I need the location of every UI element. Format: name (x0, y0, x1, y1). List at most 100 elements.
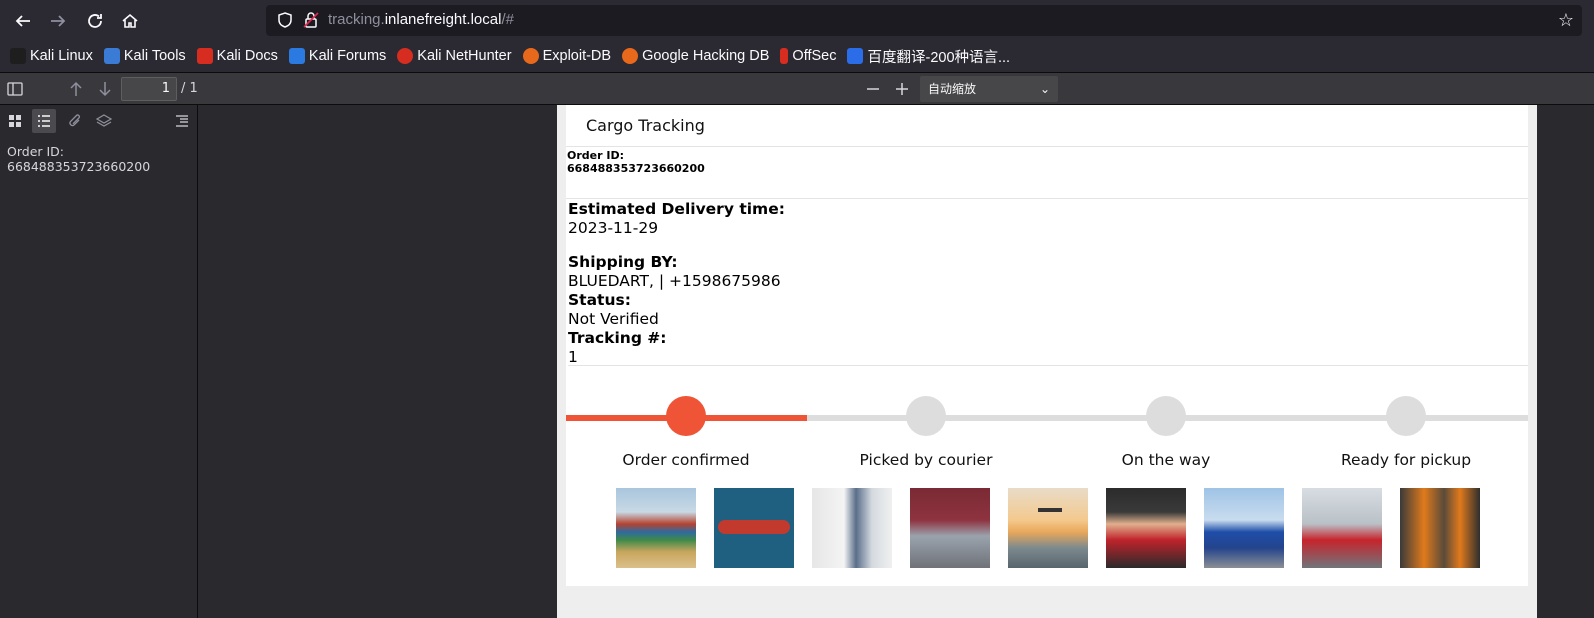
url-subdomain: tracking. (328, 11, 385, 28)
kali-tools-icon (103, 48, 120, 64)
previous-page-icon[interactable] (66, 79, 86, 99)
airplane-image (1008, 488, 1088, 568)
step-picked-by-courier: Picked by courier (806, 396, 1046, 469)
pdf-sidebar: Order ID: 668488353723660200 (0, 105, 198, 618)
shipping-label: Shipping BY: (568, 253, 678, 271)
offsec-icon (780, 48, 789, 64)
forward-arrow-icon[interactable] (45, 8, 71, 34)
card-header: Cargo Tracking (566, 105, 1528, 147)
page-number-input[interactable]: 1 (121, 77, 177, 101)
pdf-toolbar: 1 / 1 自动缩放 ⌄ (0, 72, 1594, 105)
zoom-value: 自动缩放 (928, 82, 977, 96)
status-label: Status: (568, 291, 631, 309)
step-ready-for-pickup: Ready for pickup (1286, 396, 1526, 469)
back-arrow-icon[interactable] (10, 8, 36, 34)
cargo-ship-image (714, 488, 794, 568)
kali-dragon-icon (10, 48, 26, 64)
zoom-out-icon[interactable] (863, 79, 883, 99)
delivery-label: Estimated Delivery time: (568, 200, 785, 218)
airplane-shape (1038, 508, 1062, 512)
order-id-value: 668488353723660200 (567, 162, 705, 175)
order-block: Order ID: 668488353723660200 (566, 147, 1528, 199)
zoom-select[interactable]: 自动缩放 ⌄ (920, 76, 1058, 102)
url-domain: inlanefreight.local (384, 11, 502, 28)
kali-docs-icon (196, 48, 213, 64)
bookmark-kali-nethunter[interactable]: Kali NetHunter (397, 48, 512, 64)
bookmark-label: Kali Linux (30, 48, 93, 64)
next-page-icon[interactable] (95, 79, 115, 99)
current-outline-item-icon[interactable] (170, 109, 194, 133)
step-label: On the way (1121, 451, 1211, 469)
bookmark-label: Google Hacking DB (642, 48, 770, 64)
baidu-translate-icon (847, 48, 864, 64)
bookmark-kali-docs[interactable]: Kali Docs (196, 48, 278, 64)
bookmark-baidu-translate[interactable]: 百度翻译-200种语言... (847, 46, 1010, 67)
url-text[interactable]: tracking.inlanefreight.local/# (328, 11, 514, 28)
bookmark-kali-forums[interactable]: Kali Forums (288, 48, 387, 64)
kali-forums-icon (288, 48, 305, 64)
containers-image (616, 488, 696, 568)
thumbnails-icon[interactable] (3, 109, 27, 133)
step-label: Ready for pickup (1340, 451, 1472, 469)
outline-icon[interactable] (32, 109, 56, 133)
step-dot (666, 396, 706, 436)
ship-hull (718, 520, 790, 534)
insecure-lock-icon[interactable] (302, 11, 320, 29)
step-label: Picked by courier (859, 451, 993, 469)
layers-icon[interactable] (92, 109, 116, 133)
bookmark-kali-linux[interactable]: Kali Linux (10, 48, 93, 64)
bookmark-label: Kali NetHunter (417, 48, 512, 64)
page-total: / 1 (181, 81, 198, 96)
bookmark-label: Kali Forums (308, 48, 387, 64)
trucker-image (812, 488, 892, 568)
driver-image (1106, 488, 1186, 568)
shipment-info: Estimated Delivery time: 2023-11-29 Ship… (568, 200, 1528, 366)
reload-icon[interactable] (82, 8, 108, 34)
bookmark-label: Kali Tools (123, 48, 186, 64)
step-on-the-way: On the way (1046, 396, 1286, 469)
url-bar[interactable]: tracking.inlanefreight.local/# ☆ (266, 5, 1582, 36)
step-label: Order confirmed (622, 451, 750, 469)
sidebar-toggle-icon[interactable] (5, 79, 25, 99)
page-title: Cargo Tracking (586, 116, 705, 135)
outline-item[interactable]: Order ID: 668488353723660200 (7, 144, 187, 174)
blue-trucks-image (1204, 488, 1284, 568)
bookmark-label: 百度翻译-200种语言... (867, 49, 1011, 66)
chevron-down-icon: ⌄ (1039, 82, 1050, 96)
bookmark-offsec[interactable]: OffSec (780, 48, 836, 64)
bookmark-exploit-db[interactable]: Exploit-DB (522, 48, 612, 64)
bookmark-google-hacking-db[interactable]: Google Hacking DB (622, 48, 769, 64)
shield-icon[interactable] (276, 11, 294, 29)
tracking-card: Cargo Tracking Order ID: 668488353723660… (566, 105, 1528, 586)
bookmark-label: Exploit-DB (542, 48, 612, 64)
bookmark-label: Kali Docs (216, 48, 278, 64)
sidebar-tools (0, 105, 198, 135)
home-icon[interactable] (117, 8, 143, 34)
zoom-in-icon[interactable] (892, 79, 912, 99)
step-dot (1386, 396, 1426, 436)
status-value: Not Verified (568, 310, 659, 328)
tracking-label: Tracking #: (568, 329, 667, 347)
url-path: /# (501, 11, 514, 28)
delivery-value: 2023-11-29 (568, 219, 659, 237)
order-id-label: Order ID: (567, 149, 624, 162)
shipping-value: BLUEDART, | +1598675986 (568, 272, 781, 290)
ghdb-icon (622, 48, 639, 64)
step-order-confirmed: Order confirmed (566, 396, 806, 469)
bookmarks-bar: Kali Linux Kali Tools Kali Docs Kali For… (0, 40, 1594, 72)
bookmark-star-icon[interactable]: ☆ (1558, 10, 1574, 31)
bookmark-label: OffSec (792, 48, 837, 64)
step-dot (906, 396, 946, 436)
pdf-page: Cargo Tracking Order ID: 668488353723660… (557, 105, 1537, 618)
exploit-db-icon (522, 48, 539, 64)
red-truck-image (910, 488, 990, 568)
tracking-value: 1 (568, 348, 578, 366)
bookmark-kali-tools[interactable]: Kali Tools (103, 48, 186, 64)
red-trucks-image (1302, 488, 1382, 568)
browser-toolbar: tracking.inlanefreight.local/# ☆ (0, 0, 1594, 40)
attachments-icon[interactable] (63, 109, 87, 133)
photo-gallery (616, 488, 1498, 568)
workers-image (1400, 488, 1480, 568)
nethunter-icon (397, 48, 414, 64)
